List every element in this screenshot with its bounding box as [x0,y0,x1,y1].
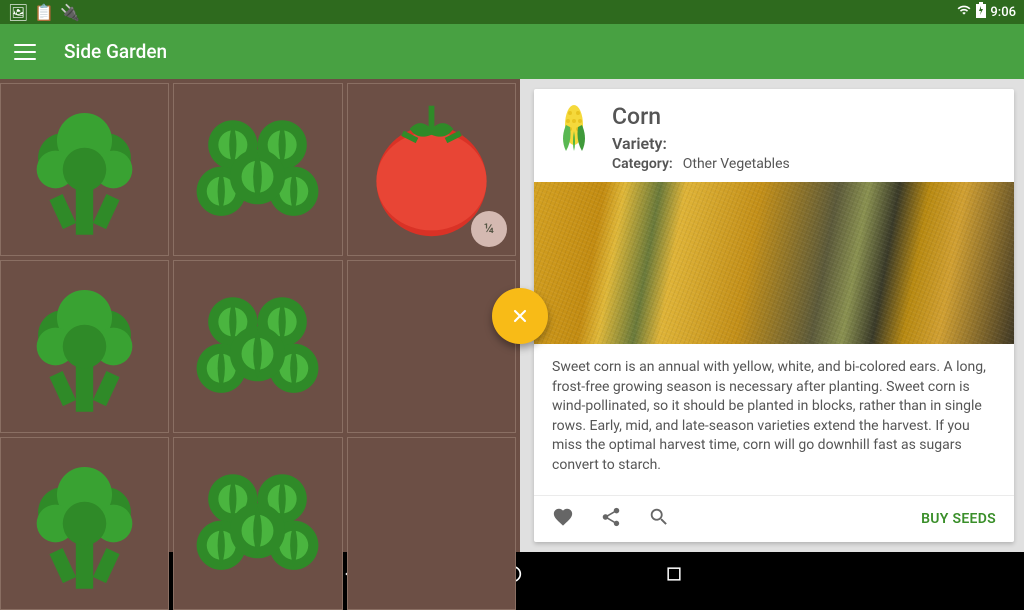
brussels-sprouts-icon [185,451,330,596]
quantity-badge: ¼ [471,211,507,247]
plant-title: Corn [612,103,790,130]
card-actions: BUY SEEDS [534,495,1014,542]
garden-plot[interactable] [173,83,342,256]
broccoli-icon [12,274,157,419]
corn-icon [552,103,596,172]
close-fab[interactable] [492,288,548,344]
brussels-sprouts-icon [185,274,330,419]
garden-plot-empty[interactable] [347,437,516,610]
category-value: Other Vegetables [683,156,790,172]
plant-card: Corn Variety: Category:Other Vegetables … [534,89,1014,542]
plant-description: Sweet corn is an annual with yellow, whi… [534,344,1014,495]
heart-icon [552,506,574,528]
garden-plot[interactable] [173,437,342,610]
menu-icon[interactable] [14,44,36,60]
garden-plot[interactable] [0,83,169,256]
plant-detail-panel: Corn Variety: Category:Other Vegetables … [520,79,1024,552]
broccoli-icon [12,97,157,242]
garden-plot[interactable]: ¼ [347,83,516,256]
close-icon [510,306,530,326]
share-icon [600,506,622,528]
clipboard-icon: 📋 [34,3,54,22]
garden-plot[interactable] [0,260,169,433]
share-button[interactable] [600,506,622,532]
page-title: Side Garden [64,40,167,63]
category-row: Category: Other Vegetables [612,156,790,172]
favorite-button[interactable] [552,506,574,532]
status-notification-icons: 🖼 📋 🔌 [8,3,80,22]
status-time: 9:06 [990,5,1016,20]
status-bar: 🖼 📋 🔌 9:06 [0,0,1024,24]
app-bar: Side Garden [0,24,1024,79]
battery-icon [976,2,986,22]
wifi-icon [956,3,972,21]
image-icon: 🖼 [8,3,28,22]
plant-photo [534,182,1014,344]
garden-plot[interactable] [173,260,342,433]
recent-icon [664,564,684,584]
variety-label: Variety: [612,134,790,153]
brussels-sprouts-icon [185,97,330,242]
garden-plot[interactable] [0,437,169,610]
search-button[interactable] [648,506,670,532]
search-icon [648,506,670,528]
garden-plot-empty[interactable] [347,260,516,433]
recent-button[interactable] [664,564,684,588]
plug-icon: 🔌 [60,3,80,22]
broccoli-icon [12,451,157,596]
garden-grid: ¼ [0,79,520,552]
buy-seeds-button[interactable]: BUY SEEDS [921,511,996,527]
category-label: Category: [612,156,673,172]
